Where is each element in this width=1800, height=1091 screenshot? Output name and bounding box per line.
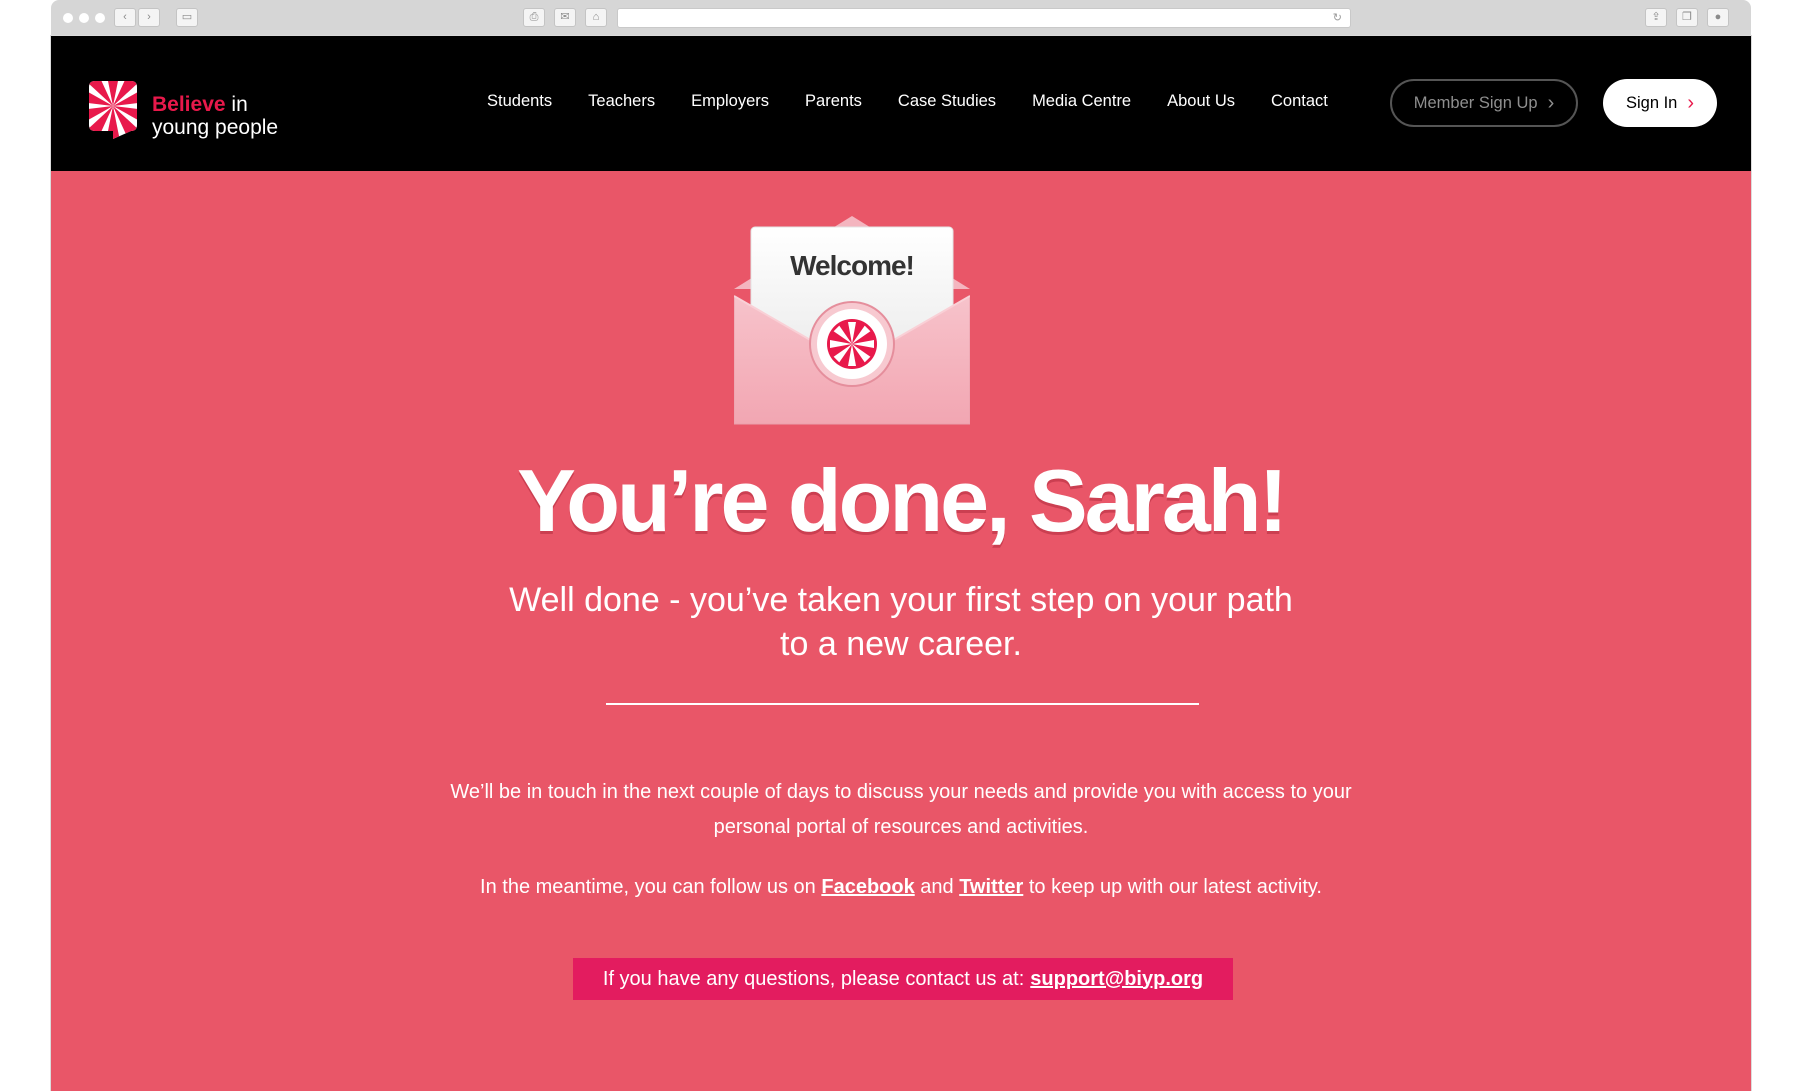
page-subtitle: Well done - you’ve taken your first step… — [509, 581, 1293, 663]
intro-paragraph: We’ll be in touch in the next couple of … — [450, 781, 1352, 838]
contact-banner: If you have any questions, please contac… — [573, 958, 1233, 1000]
social-text-after: to keep up with our latest activity. — [1023, 876, 1322, 898]
twitter-link[interactable]: Twitter — [959, 876, 1023, 898]
support-email-link[interactable]: support@biyp.org — [1030, 968, 1203, 991]
divider — [606, 703, 1199, 705]
contact-text: If you have any questions, please contac… — [602, 967, 1025, 990]
page-title: You’re done, Sarah! — [517, 451, 1288, 550]
social-text-and: and — [914, 876, 960, 898]
hero-content: You’re done, Sarah! Well done - you’ve t… — [51, 0, 1751, 1089]
social-text-before: In the meantime, you can follow us on — [480, 876, 822, 898]
facebook-link[interactable]: Facebook — [821, 876, 914, 898]
social-paragraph: In the meantime, you can follow us on Fa… — [431, 870, 1371, 905]
